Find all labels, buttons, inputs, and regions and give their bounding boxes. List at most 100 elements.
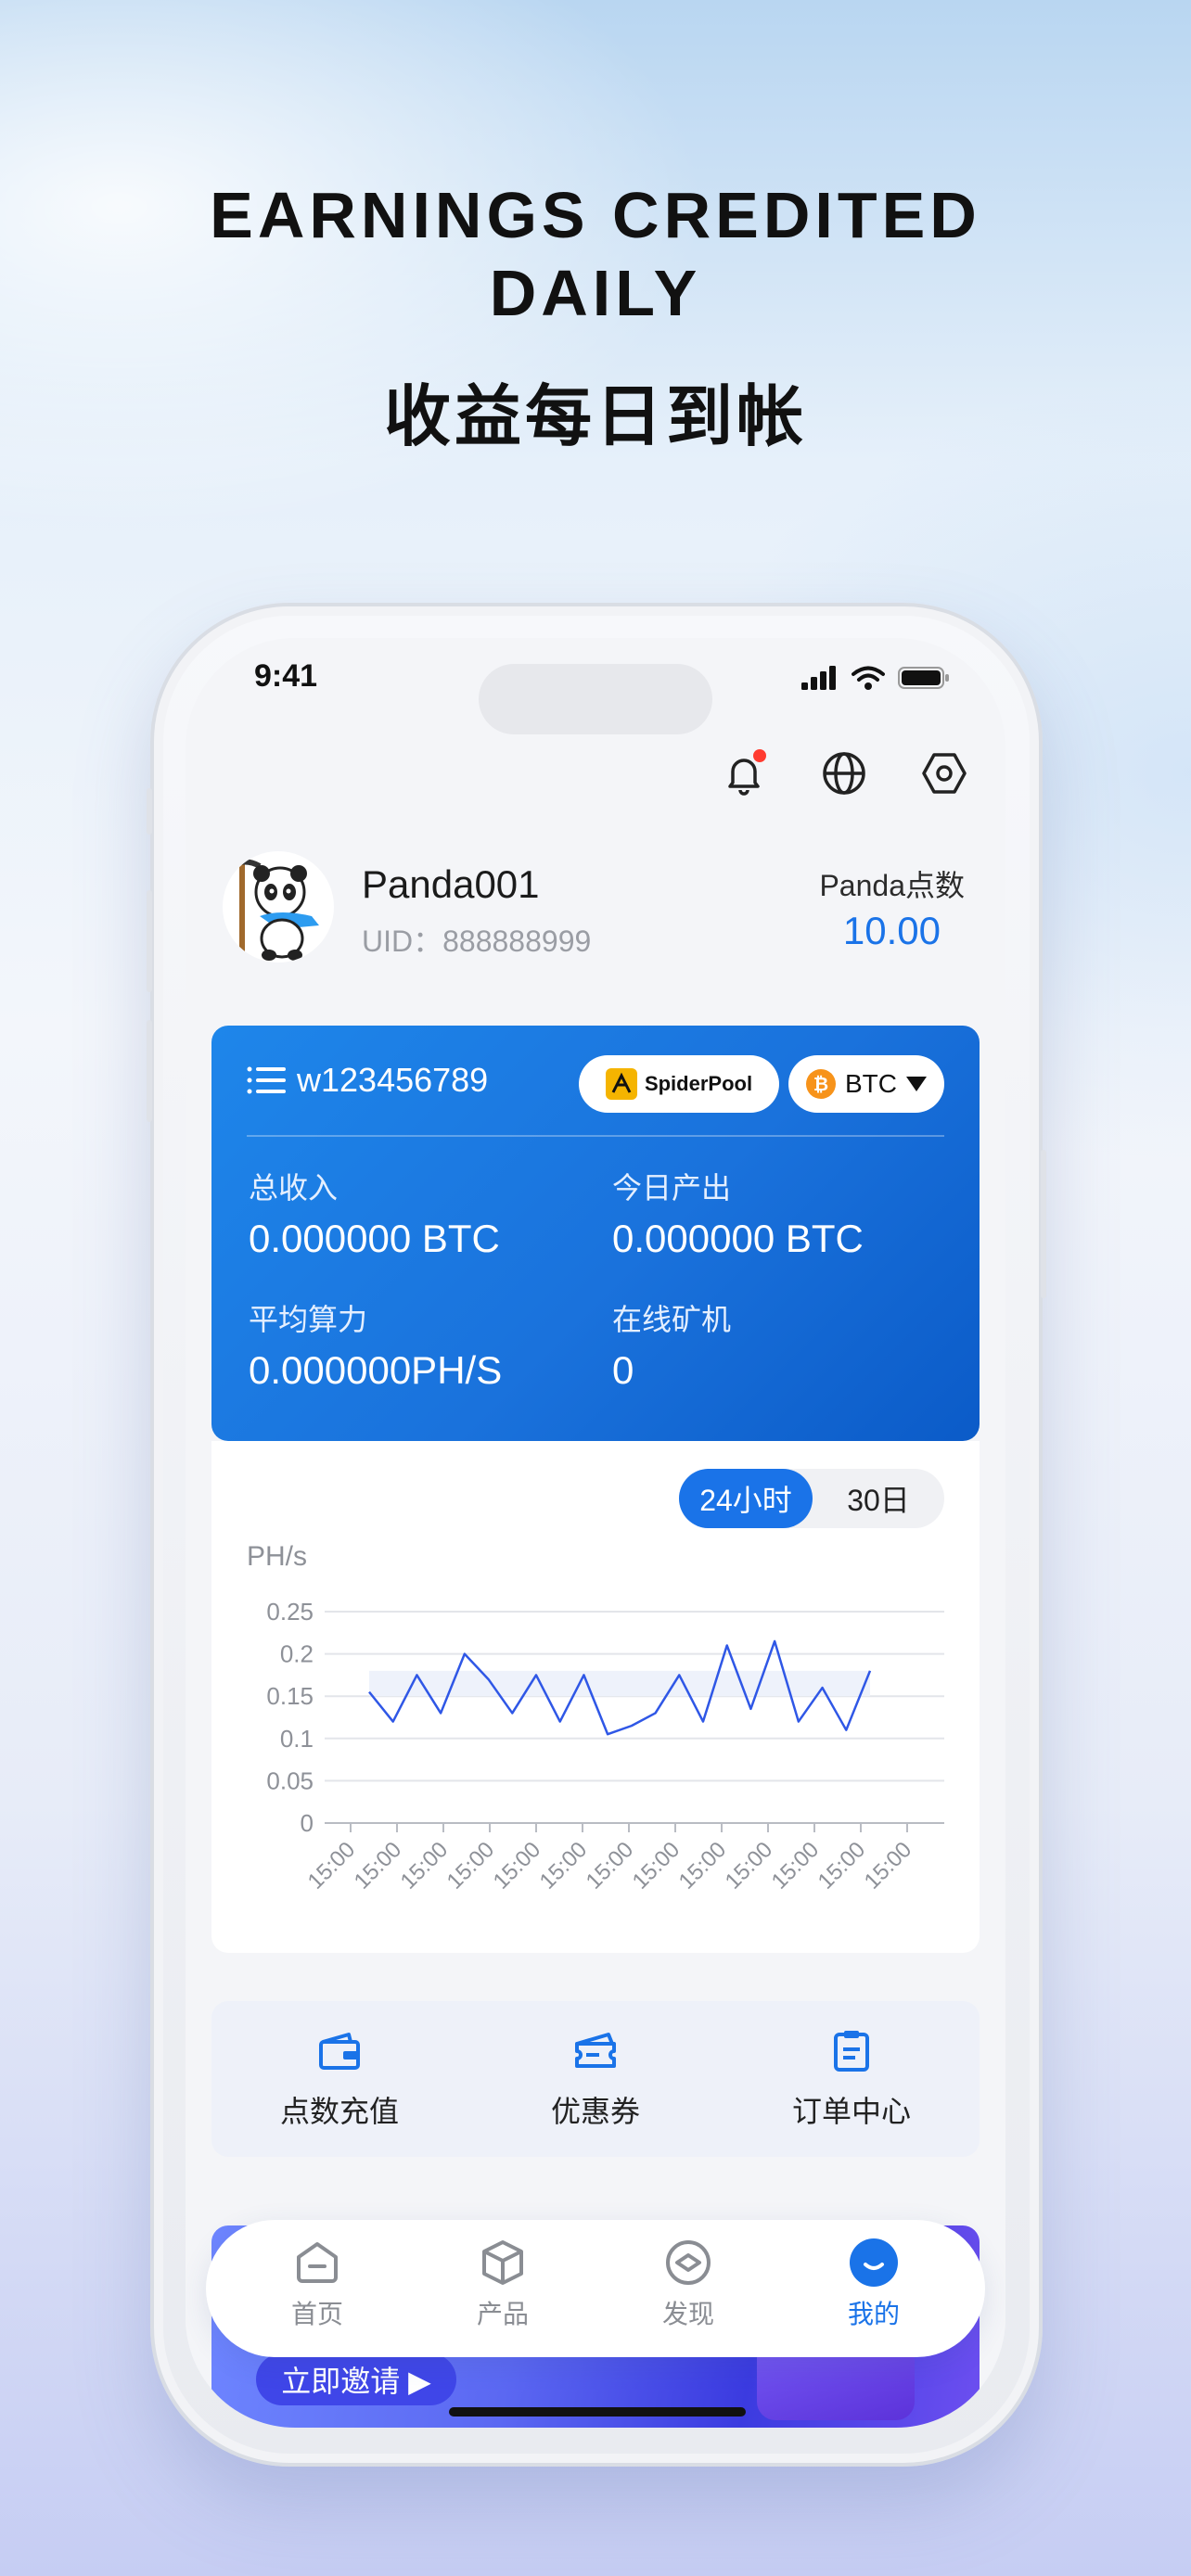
status-bar: 9:41 xyxy=(186,638,1005,734)
chart-y-tick-label: 0 xyxy=(301,1809,314,1837)
chart-x-tick-label: 15:00 xyxy=(628,1837,685,1894)
tab-discover-label: 发现 xyxy=(661,2300,714,2328)
user-uid: UID：888888999 xyxy=(362,925,592,958)
avatar[interactable] xyxy=(223,851,334,963)
settings-button[interactable] xyxy=(920,749,968,797)
globe-icon xyxy=(823,752,865,795)
chart-x-tick-label: 15:00 xyxy=(860,1837,917,1894)
chart-x-tick-label: 15:00 xyxy=(767,1837,825,1894)
signal-icon xyxy=(801,666,836,690)
headline-english-line1: EARNINGS CREDITED xyxy=(210,179,981,251)
chart-band xyxy=(369,1670,870,1697)
phone-volume-down xyxy=(147,1020,152,1122)
caret-down-icon xyxy=(906,1077,927,1091)
quick-actions: 点数充值 优惠券 订单中心 xyxy=(211,2001,980,2157)
range-24h-tab[interactable]: 24小时 xyxy=(679,1469,813,1528)
phone-power-button xyxy=(1041,1150,1046,1298)
settings-icon xyxy=(922,753,967,794)
hashrate-chart-card: 24小时 30日 PH/s 0 0.05 0.1 0.15 0.2 0.25 15:00 15… xyxy=(211,1441,980,1953)
invite-button[interactable]: 立即邀请 ▶ xyxy=(256,2353,456,2405)
pool-selector[interactable]: SpiderPool xyxy=(579,1055,779,1113)
online-miners-label: 在线矿机 xyxy=(612,1303,732,1336)
phone-volume-up xyxy=(147,890,152,992)
phone-screen: 9:41 Panda001 UID：888888999 Panda点数 10.0… xyxy=(186,638,1005,2428)
avg-hashrate-value: 0.000000PH/S xyxy=(249,1348,503,1392)
chart-y-tick-label: 0.2 xyxy=(280,1640,314,1668)
panda-avatar-icon xyxy=(226,859,319,961)
chart-x-tick-label: 15:00 xyxy=(535,1837,593,1894)
tab-home[interactable]: 首页 xyxy=(224,2220,410,2357)
tab-products[interactable]: 产品 xyxy=(410,2220,596,2357)
bottom-tab-bar: 首页 产品 发现 我的 xyxy=(206,2220,985,2357)
card-divider xyxy=(247,1135,944,1137)
language-button[interactable] xyxy=(820,749,868,797)
tab-profile-label: 我的 xyxy=(847,2300,900,2328)
chart-y-tick-label: 0.05 xyxy=(266,1766,314,1794)
chart-x-tick-label: 15:00 xyxy=(674,1837,732,1894)
coupon-icon xyxy=(575,2033,616,2068)
headline-english: EARNINGS CREDITED DAILY xyxy=(0,176,1191,332)
box-icon xyxy=(482,2240,523,2285)
pool-name: SpiderPool xyxy=(644,1072,753,1095)
points-label: Panda点数 xyxy=(819,869,965,902)
menu-icon[interactable] xyxy=(247,1066,286,1094)
status-icons xyxy=(801,666,950,690)
headline-chinese: 收益每日到帐 xyxy=(383,377,807,455)
hashrate-chart: 00.050.10.150.20.2515:0015:0015:0015:001… xyxy=(266,1598,944,1894)
notification-button[interactable] xyxy=(720,749,768,797)
home-icon xyxy=(297,2242,338,2283)
coupon-action[interactable]: 优惠券 xyxy=(467,2001,724,2157)
chart-x-tick-label: 15:00 xyxy=(489,1837,546,1894)
dynamic-island xyxy=(479,664,712,734)
chart-y-tick-label: 0.15 xyxy=(266,1682,314,1710)
headline-english-line2: DAILY xyxy=(489,257,702,329)
chart-x-tick-label: 15:00 xyxy=(813,1837,871,1894)
chart-x-tick-label: 15:00 xyxy=(721,1837,778,1894)
tab-profile[interactable]: 我的 xyxy=(781,2220,967,2357)
coin-name: BTC xyxy=(845,1069,897,1098)
coupon-label: 优惠券 xyxy=(550,2095,640,2128)
chart-x-tick-label: 15:00 xyxy=(350,1837,407,1894)
battery-icon xyxy=(898,667,949,689)
wallet-icon xyxy=(319,2033,360,2070)
orders-label: 订单中心 xyxy=(791,2095,911,2128)
notification-badge xyxy=(753,749,766,762)
chart-y-unit: PH/s xyxy=(247,1541,308,1572)
orders-action[interactable]: 订单中心 xyxy=(724,2001,980,2157)
account-name[interactable]: w123456789 xyxy=(297,1061,488,1100)
spiderpool-logo-icon xyxy=(605,1068,637,1100)
header-actions xyxy=(720,749,968,797)
chart-x-tick-label: 15:00 xyxy=(442,1837,500,1894)
status-time: 9:41 xyxy=(254,658,318,694)
clipboard-icon xyxy=(834,2031,869,2072)
coin-selector[interactable]: ₿ BTC xyxy=(788,1055,944,1113)
svg-text:₿: ₿ xyxy=(813,1073,828,1095)
chart-x-tick-label: 15:00 xyxy=(396,1837,454,1894)
tab-products-label: 产品 xyxy=(476,2300,529,2328)
today-output-value: 0.000000 BTC xyxy=(612,1217,864,1260)
profile-icon xyxy=(850,2238,898,2287)
recharge-action[interactable]: 点数充值 xyxy=(211,2001,467,2157)
tab-discover[interactable]: 发现 xyxy=(596,2220,781,2357)
total-income-value: 0.000000 BTC xyxy=(249,1217,500,1260)
chart-x-tick-label: 15:00 xyxy=(303,1837,361,1894)
chart-y-tick-label: 0.25 xyxy=(266,1598,314,1626)
home-indicator xyxy=(449,2407,746,2417)
online-miners-value: 0 xyxy=(612,1348,634,1392)
avg-hashrate-label: 平均算力 xyxy=(249,1303,368,1336)
total-income-label: 总收入 xyxy=(249,1171,339,1205)
phone-side-button xyxy=(147,788,152,835)
account-card: w123456789 SpiderPool ₿ BTC 总收入 0.000000… xyxy=(211,1026,980,1441)
username: Panda001 xyxy=(362,862,540,906)
bitcoin-icon: ₿ xyxy=(806,1069,836,1099)
range-toggle: 24小时 30日 xyxy=(679,1469,944,1528)
tab-home-label: 首页 xyxy=(290,2300,343,2328)
chart-y-tick-label: 0.1 xyxy=(280,1725,314,1753)
range-30d-tab[interactable]: 30日 xyxy=(813,1469,944,1528)
compass-icon xyxy=(666,2240,711,2285)
points-value: 10.00 xyxy=(842,909,941,952)
recharge-label: 点数充值 xyxy=(279,2095,399,2128)
chart-x-tick-label: 15:00 xyxy=(582,1837,639,1894)
profile-section: Panda001 UID：888888999 Panda点数 10.00 xyxy=(223,851,965,963)
wifi-icon xyxy=(852,666,885,690)
